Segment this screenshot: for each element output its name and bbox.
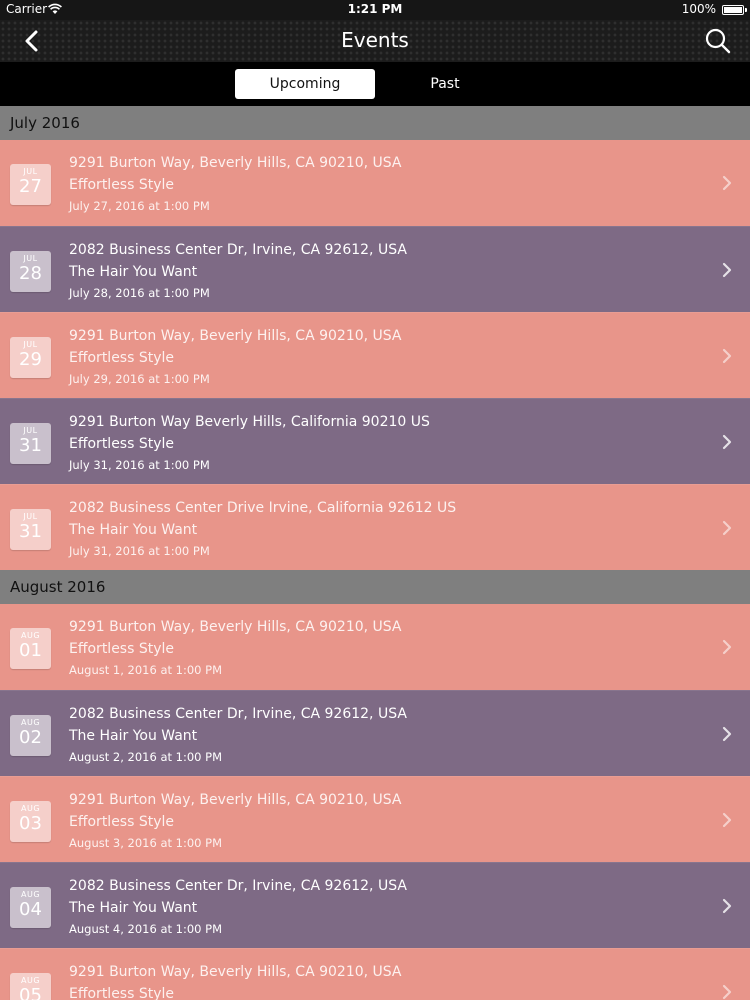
calendar-day: 31 <box>19 521 42 542</box>
calendar-day: 29 <box>19 349 42 370</box>
calendar-month: AUG <box>20 718 41 727</box>
calendar-icon: JUL 27 <box>10 164 51 205</box>
calendar-icon: AUG 05 <box>10 973 51 1000</box>
chevron-right-icon <box>722 984 732 1000</box>
event-datetime: August 1, 2016 at 1:00 PM <box>69 663 222 677</box>
event-row[interactable]: JUL 27 9291 Burton Way, Beverly Hills, CA… <box>0 140 750 226</box>
navigation-bar: Events <box>0 20 750 62</box>
event-name: The Hair You Want <box>69 900 198 916</box>
chevron-right-icon <box>722 812 732 828</box>
clock: 1:21 PM <box>347 2 403 16</box>
event-address: 9291 Burton Way, Beverly Hills, CA 90210… <box>69 619 402 635</box>
calendar-day: 01 <box>19 640 42 661</box>
section-header: July 2016 <box>0 106 750 140</box>
event-address: 2082 Business Center Drive Irvine, Calif… <box>69 500 457 516</box>
calendar-icon: AUG 04 <box>10 887 51 928</box>
chevron-right-icon <box>722 726 732 742</box>
event-address: 2082 Business Center Dr, Irvine, CA 9261… <box>69 706 407 722</box>
event-address: 9291 Burton Way Beverly Hills, Californi… <box>69 414 430 430</box>
event-row[interactable]: JUL 29 9291 Burton Way, Beverly Hills, CA… <box>0 312 750 398</box>
event-datetime: July 31, 2016 at 1:00 PM <box>69 544 210 558</box>
calendar-icon: JUL 31 <box>10 509 51 550</box>
event-address: 9291 Burton Way, Beverly Hills, CA 90210… <box>69 964 402 980</box>
event-name: Effortless Style <box>69 350 175 366</box>
event-datetime: August 4, 2016 at 1:00 PM <box>69 922 222 936</box>
search-icon[interactable] <box>704 27 732 55</box>
event-address: 2082 Business Center Dr, Irvine, CA 9261… <box>69 878 407 894</box>
event-row[interactable]: AUG 01 9291 Burton Way, Beverly Hills, CA… <box>0 604 750 690</box>
event-name: The Hair You Want <box>69 728 198 744</box>
battery-icon <box>722 5 747 15</box>
calendar-icon: JUL 31 <box>10 423 51 464</box>
event-name: Effortless Style <box>69 641 175 657</box>
status-bar: Carrier 1:21 PM 100% <box>0 0 750 20</box>
event-name: Effortless Style <box>69 814 175 830</box>
chevron-right-icon <box>722 639 732 655</box>
chevron-right-icon <box>722 434 732 450</box>
calendar-day: 05 <box>19 985 42 1000</box>
chevron-right-icon <box>722 520 732 536</box>
event-datetime: July 31, 2016 at 1:00 PM <box>69 458 210 472</box>
segmented-control: Upcoming Past <box>0 62 750 106</box>
event-name: The Hair You Want <box>69 522 198 538</box>
calendar-day: 03 <box>19 813 42 834</box>
calendar-icon: AUG 01 <box>10 628 51 669</box>
event-row[interactable]: AUG 04 2082 Business Center Dr, Irvine, C… <box>0 862 750 948</box>
calendar-month: AUG <box>20 976 41 985</box>
event-datetime: July 27, 2016 at 1:00 PM <box>69 199 210 213</box>
calendar-day: 28 <box>19 263 42 284</box>
event-address: 9291 Burton Way, Beverly Hills, CA 90210… <box>69 155 402 171</box>
battery-percent: 100% <box>681 2 716 16</box>
section-header: August 2016 <box>0 570 750 604</box>
calendar-day: 02 <box>19 727 42 748</box>
page-title: Events <box>341 28 409 52</box>
event-address: 9291 Burton Way, Beverly Hills, CA 90210… <box>69 792 402 808</box>
calendar-day: 04 <box>19 899 42 920</box>
calendar-month: JUL <box>23 426 38 435</box>
calendar-day: 31 <box>19 435 42 456</box>
tab-past[interactable]: Past <box>375 69 515 99</box>
chevron-right-icon <box>722 898 732 914</box>
calendar-icon: JUL 28 <box>10 251 51 292</box>
calendar-month: AUG <box>20 631 41 640</box>
chevron-right-icon <box>722 262 732 278</box>
calendar-icon: JUL 29 <box>10 337 51 378</box>
event-datetime: August 2, 2016 at 1:00 PM <box>69 750 222 764</box>
event-row[interactable]: JUL 31 2082 Business Center Drive Irvine,… <box>0 484 750 570</box>
calendar-month: AUG <box>20 890 41 899</box>
event-row[interactable]: AUG 02 2082 Business Center Dr, Irvine, C… <box>0 690 750 776</box>
event-row[interactable]: JUL 28 2082 Business Center Dr, Irvine, C… <box>0 226 750 312</box>
event-datetime: July 28, 2016 at 1:00 PM <box>69 286 210 300</box>
event-name: Effortless Style <box>69 986 175 1000</box>
event-row[interactable]: AUG 03 9291 Burton Way, Beverly Hills, CA… <box>0 776 750 862</box>
calendar-day: 27 <box>19 176 42 197</box>
event-name: Effortless Style <box>69 436 175 452</box>
calendar-month: JUL <box>23 512 38 521</box>
chevron-right-icon <box>722 348 732 364</box>
event-name: The Hair You Want <box>69 264 198 280</box>
calendar-icon: AUG 03 <box>10 801 51 842</box>
event-datetime: July 29, 2016 at 1:00 PM <box>69 372 210 386</box>
event-datetime: August 3, 2016 at 1:00 PM <box>69 836 222 850</box>
event-name: Effortless Style <box>69 177 175 193</box>
event-address: 2082 Business Center Dr, Irvine, CA 9261… <box>69 242 407 258</box>
events-list[interactable]: July 2016 JUL 27 9291 Burton Way, Beverly… <box>0 106 750 1000</box>
event-address: 9291 Burton Way, Beverly Hills, CA 90210… <box>69 328 402 344</box>
calendar-icon: AUG 02 <box>10 715 51 756</box>
calendar-month: JUL <box>23 254 38 263</box>
calendar-month: AUG <box>20 804 41 813</box>
event-row[interactable]: AUG 05 9291 Burton Way, Beverly Hills, CA… <box>0 948 750 1000</box>
tab-upcoming[interactable]: Upcoming <box>235 69 375 99</box>
calendar-month: JUL <box>23 340 38 349</box>
chevron-right-icon <box>722 175 732 191</box>
event-row[interactable]: JUL 31 9291 Burton Way Beverly Hills, Cal… <box>0 398 750 484</box>
calendar-month: JUL <box>23 167 38 176</box>
